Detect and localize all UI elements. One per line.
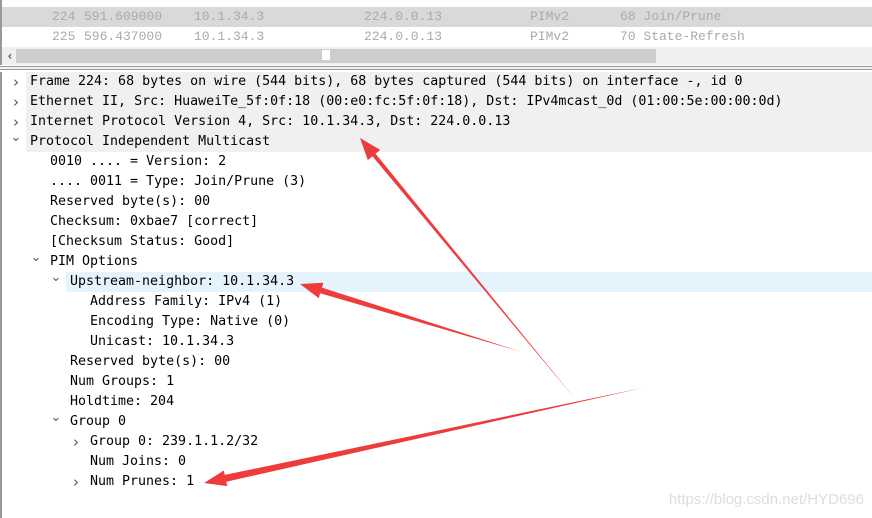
row-background [86,472,872,492]
packet-protocol: PIMv2 [530,0,569,7]
tree-item[interactable]: Num Joins: 0 [2,452,872,472]
tree-item[interactable]: › Num Prunes: 1 [2,472,872,492]
tree-item-label: Address Family: IPv4 (1) [90,294,283,309]
packet-row[interactable]: 224 591.609000 10.1.34.3 224.0.0.13 PIMv2 68 … [2,7,872,27]
packet-info: 70 State-Refresh [620,29,745,44]
horizontal-scrollbar[interactable]: ‹ [0,47,872,65]
packet-time: 591.599000 [84,0,162,7]
packet-number: 223 [52,0,75,7]
tree-item[interactable]: Reserved byte(s): 00 [2,192,872,212]
packet-source: 10.1.34.4 [194,0,264,7]
tree-item[interactable]: .... 0011 = Type: Join/Prune (3) [2,172,872,192]
tree-item-label: Reserved byte(s): 00 [70,354,231,369]
packet-time: 596.437000 [84,29,163,44]
chevron-right-icon[interactable]: › [70,472,82,492]
tree-item-label: Num Groups: 1 [70,374,175,389]
chevron-right-icon[interactable]: › [10,72,22,92]
tree-item-label: Frame 224: 68 bytes on wire (544 bits), … [30,74,743,89]
packet-destination: 224.0.0.13 [364,29,443,44]
tree-item[interactable]: › Group 0: 239.1.1.2/32 [2,432,872,452]
row-background [66,412,872,432]
scrollbar-thumb[interactable] [322,50,330,60]
packet-number: 224 [52,9,76,24]
tree-item-label: [Checksum Status: Good] [50,234,235,249]
packet-info: 68 Join/Prune [620,0,721,7]
chevron-left-icon[interactable]: ‹ [4,47,16,65]
tree-item-label: Reserved byte(s): 00 [50,194,211,209]
tree-item-label: 0010 .... = Version: 2 [50,154,227,169]
chevron-down-icon[interactable]: ⌄ [30,251,42,264]
tree-item[interactable]: Holdtime: 204 [2,392,872,412]
tree-item[interactable]: › Ethernet II, Src: HuaweiTe_5f:0f:18 (00… [2,92,872,112]
tree-item-label: Checksum: 0xbae7 [correct] [50,214,259,229]
tree-item-label: Upstream-neighbor: 10.1.34.3 [70,274,295,289]
row-background [86,452,872,472]
tree-item[interactable]: Num Groups: 1 [2,372,872,392]
tree-item-label: Unicast: 10.1.34.3 [90,334,235,349]
packet-info: 68 Join/Prune [620,9,722,24]
tree-item-label: Num Prunes: 1 [90,474,195,489]
row-background [66,372,872,392]
packet-source: 10.1.34.3 [194,9,265,24]
packet-details-tree: › Frame 224: 68 bytes on wire (544 bits),… [0,72,872,518]
tree-item[interactable]: [Checksum Status: Good] [2,232,872,252]
tree-item-label: Num Joins: 0 [90,454,187,469]
chevron-right-icon[interactable]: › [10,112,22,132]
tree-item[interactable]: Encoding Type: Native (0) [2,312,872,332]
tree-item[interactable]: ⌄ Upstream-neighbor: 10.1.34.3 [2,271,872,292]
pane-splitter[interactable] [0,66,872,70]
tree-item[interactable]: Checksum: 0xbae7 [correct] [2,212,872,232]
chevron-down-icon[interactable]: ⌄ [50,271,62,284]
chevron-down-icon[interactable]: ⌄ [10,131,22,144]
tree-item[interactable]: Address Family: IPv4 (1) [2,292,872,312]
packet-row[interactable]: 223 591.599000 10.1.34.4 224.0.0.13 PIMv2 68 … [2,0,872,7]
tree-item-label: Internet Protocol Version 4, Src: 10.1.3… [30,114,511,129]
tree-item[interactable]: 0010 .... = Version: 2 [2,152,872,172]
packet-row[interactable]: 225 596.437000 10.1.34.3 224.0.0.13 PIMv2 70 … [2,27,872,47]
packet-protocol: PIMv2 [530,9,570,24]
tree-item-label: Holdtime: 204 [70,394,175,409]
watermark: https://blog.csdn.net/HYD696 [668,491,864,508]
row-background [66,392,872,412]
tree-item[interactable]: ⌄ PIM Options [2,251,872,272]
tree-item[interactable]: Reserved byte(s): 00 [2,352,872,372]
packet-destination: 224.0.0.13 [364,9,443,24]
tree-item-label: Group 0 [70,414,127,429]
scrollbar-track[interactable] [16,49,656,63]
tree-item[interactable]: ⌄ Group 0 [2,411,872,432]
packet-time: 591.609000 [84,9,163,24]
packet-list[interactable]: 223 591.599000 10.1.34.4 224.0.0.13 PIMv2 68 … [0,0,872,47]
chevron-down-icon[interactable]: ⌄ [50,411,62,424]
chevron-right-icon[interactable]: › [70,432,82,452]
tree-item-label: Ethernet II, Src: HuaweiTe_5f:0f:18 (00:… [30,94,783,109]
packet-number: 225 [52,29,76,44]
tree-item-label: .... 0011 = Type: Join/Prune (3) [50,174,307,189]
tree-item-label: Group 0: 239.1.1.2/32 [90,434,259,449]
tree-item-label: Encoding Type: Native (0) [90,314,291,329]
tree-item-label: Protocol Independent Multicast [30,134,271,149]
packet-source: 10.1.34.3 [194,29,265,44]
chevron-right-icon[interactable]: › [10,92,22,112]
tree-item[interactable]: ⌄ Protocol Independent Multicast [2,131,872,152]
packet-protocol: PIMv2 [530,29,570,44]
tree-item[interactable]: › Frame 224: 68 bytes on wire (544 bits),… [2,72,872,92]
tree-item-label: PIM Options [50,254,139,269]
tree-item[interactable]: Unicast: 10.1.34.3 [2,332,872,352]
tree-item[interactable]: › Internet Protocol Version 4, Src: 10.1.… [2,112,872,132]
row-background [46,252,872,272]
packet-destination: 224.0.0.13 [364,0,442,7]
